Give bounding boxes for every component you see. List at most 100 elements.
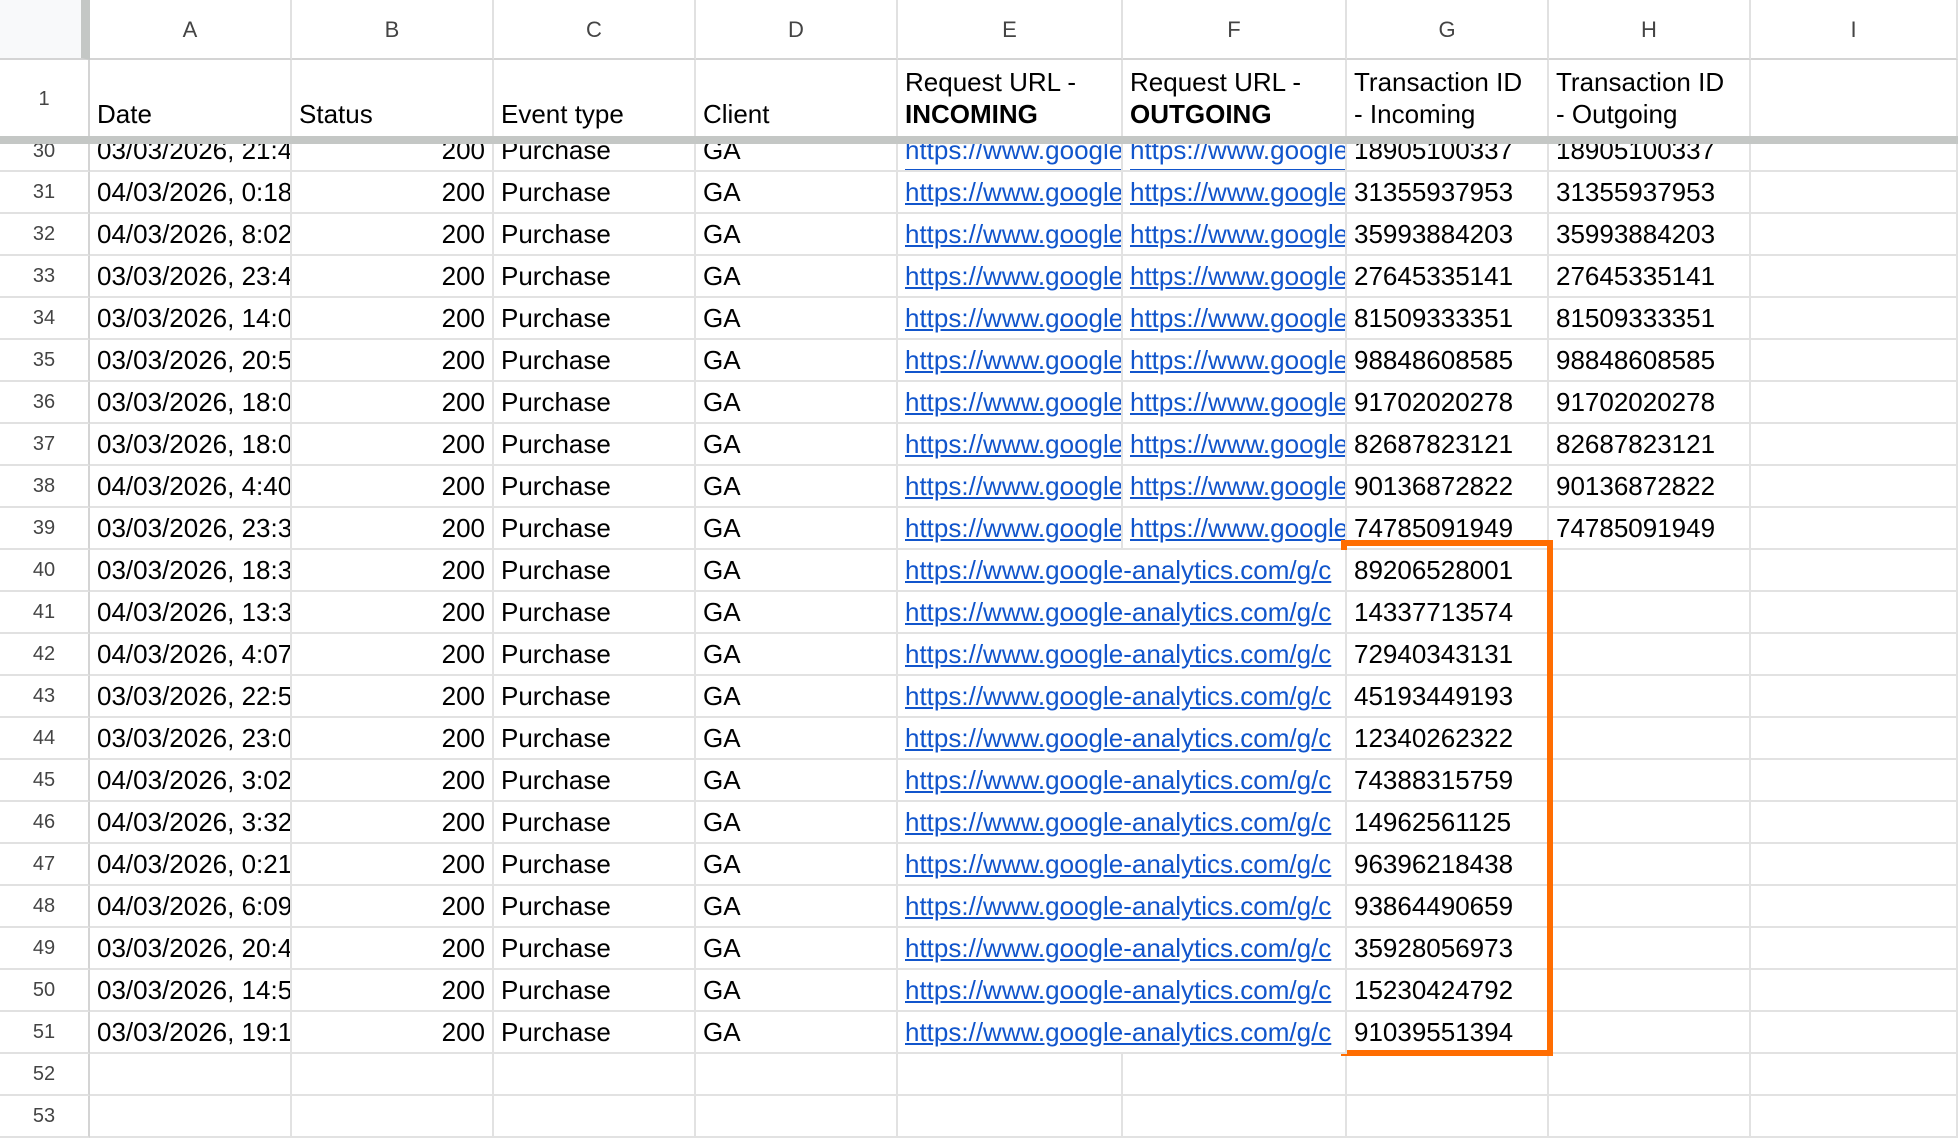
cell-request-url-outgoing[interactable] <box>1123 1096 1347 1138</box>
row-header[interactable]: 51 <box>0 1012 90 1054</box>
cell-event-type[interactable]: Purchase <box>494 1012 696 1054</box>
cell-request-url-incoming[interactable]: https://www.google-analytics.com/g/c <box>898 970 1347 1012</box>
cell-request-url-outgoing[interactable] <box>1123 1054 1347 1096</box>
header-cell-transaction-id-outgoing[interactable]: Transaction ID - Outgoing <box>1549 60 1751 138</box>
cell-empty[interactable] <box>1751 592 1958 634</box>
cell-transaction-id-outgoing[interactable]: 81509333351 <box>1549 298 1751 340</box>
cell-transaction-id-outgoing[interactable]: 90136872822 <box>1549 466 1751 508</box>
cell-request-url-incoming-text[interactable]: https://www.google <box>905 219 1121 249</box>
cell-empty[interactable] <box>1751 802 1958 844</box>
cell-request-url-incoming-text[interactable]: https://www.google-analytics.com/g/c <box>905 891 1331 921</box>
cell-client[interactable]: GA <box>696 802 898 844</box>
cell-date[interactable]: 04/03/2026, 3:02 <box>90 760 292 802</box>
cell-request-url-incoming[interactable]: https://www.google <box>898 340 1123 382</box>
cell-transaction-id-incoming[interactable]: 31355937953 <box>1347 172 1549 214</box>
cell-client[interactable]: GA <box>696 172 898 214</box>
cell-request-url-incoming[interactable]: https://www.google-analytics.com/g/c <box>898 886 1347 928</box>
cell-request-url-outgoing-text[interactable]: https://www.google <box>1130 471 1345 501</box>
cell-request-url-outgoing-text[interactable]: https://www.google <box>1130 177 1345 207</box>
column-header-a[interactable]: A <box>90 0 292 60</box>
cell-status[interactable]: 200 <box>292 340 494 382</box>
cell-status[interactable]: 200 <box>292 970 494 1012</box>
cell-event-type[interactable]: Purchase <box>494 592 696 634</box>
cell-empty[interactable] <box>1751 466 1958 508</box>
cell-request-url-incoming-text[interactable]: https://www.google-analytics.com/g/c <box>905 807 1331 837</box>
cell-status[interactable]: 200 <box>292 256 494 298</box>
cell-empty[interactable] <box>1751 634 1958 676</box>
cell-empty[interactable] <box>1751 340 1958 382</box>
row-header[interactable]: 46 <box>0 802 90 844</box>
row-header[interactable]: 37 <box>0 424 90 466</box>
cell-request-url-outgoing-text[interactable]: https://www.google <box>1130 303 1345 333</box>
cell-client[interactable] <box>696 1054 898 1096</box>
cell-request-url-outgoing[interactable]: https://www.google <box>1123 256 1347 298</box>
cell-empty[interactable] <box>1751 172 1958 214</box>
cell-client[interactable]: GA <box>696 298 898 340</box>
row-header[interactable]: 42 <box>0 634 90 676</box>
row-header[interactable]: 48 <box>0 886 90 928</box>
cell-client[interactable]: GA <box>696 634 898 676</box>
cell-request-url-incoming[interactable]: https://www.google-analytics.com/g/c <box>898 1012 1347 1054</box>
cell-transaction-id-outgoing[interactable] <box>1549 1012 1751 1054</box>
column-header-g[interactable]: G <box>1347 0 1549 60</box>
cell-request-url-incoming-text[interactable]: https://www.google <box>905 345 1121 375</box>
cell-client[interactable]: GA <box>696 1012 898 1054</box>
cell-request-url-incoming[interactable]: https://www.google <box>898 298 1123 340</box>
cell-client[interactable]: GA <box>696 550 898 592</box>
cell-request-url-incoming[interactable]: https://www.google-analytics.com/g/c <box>898 634 1347 676</box>
cell-transaction-id-outgoing[interactable] <box>1549 760 1751 802</box>
cell-status[interactable]: 200 <box>292 508 494 550</box>
cell-event-type[interactable] <box>494 1096 696 1138</box>
cell-date[interactable]: 03/03/2026, 20:4 <box>90 928 292 970</box>
header-cell-empty[interactable] <box>1751 60 1958 138</box>
cell-request-url-outgoing[interactable]: https://www.google <box>1123 508 1347 550</box>
cell-transaction-id-incoming[interactable]: 35928056973 <box>1347 928 1549 970</box>
header-cell-status[interactable]: Status <box>292 60 494 138</box>
cell-client[interactable]: GA <box>696 424 898 466</box>
column-header-h[interactable]: H <box>1549 0 1751 60</box>
cell-event-type[interactable]: Purchase <box>494 298 696 340</box>
cell-client[interactable]: GA <box>696 970 898 1012</box>
cell-transaction-id-incoming[interactable]: 81509333351 <box>1347 298 1549 340</box>
row-header[interactable]: 45 <box>0 760 90 802</box>
cell-status[interactable]: 200 <box>292 466 494 508</box>
cell-transaction-id-incoming[interactable]: 89206528001 <box>1347 550 1549 592</box>
cell-date[interactable]: 03/03/2026, 23:0 <box>90 718 292 760</box>
cell-request-url-incoming-text[interactable]: https://www.google <box>905 177 1121 207</box>
cell-transaction-id-outgoing[interactable] <box>1549 928 1751 970</box>
cell-date[interactable]: 04/03/2026, 6:09 <box>90 886 292 928</box>
row-header[interactable]: 40 <box>0 550 90 592</box>
cell-transaction-id-incoming[interactable]: 91039551394 <box>1347 1012 1549 1054</box>
header-cell-event-type[interactable]: Event type <box>494 60 696 138</box>
cell-status[interactable]: 200 <box>292 844 494 886</box>
cell-transaction-id-outgoing[interactable]: 74785091949 <box>1549 508 1751 550</box>
row-header[interactable]: 39 <box>0 508 90 550</box>
cell-event-type[interactable]: Purchase <box>494 424 696 466</box>
cell-request-url-incoming[interactable]: https://www.google-analytics.com/g/c <box>898 676 1347 718</box>
cell-event-type[interactable]: Purchase <box>494 844 696 886</box>
cell-event-type[interactable]: Purchase <box>494 634 696 676</box>
cell-transaction-id-incoming[interactable]: 72940343131 <box>1347 634 1549 676</box>
row-header[interactable]: 38 <box>0 466 90 508</box>
cell-transaction-id-incoming[interactable]: 14962561125 <box>1347 802 1549 844</box>
cell-date[interactable] <box>90 1096 292 1138</box>
cell-request-url-incoming-text[interactable]: https://www.google-analytics.com/g/c <box>905 975 1331 1005</box>
row-header[interactable]: 50 <box>0 970 90 1012</box>
cell-empty[interactable] <box>1751 928 1958 970</box>
cell-status[interactable]: 200 <box>292 592 494 634</box>
cell-request-url-outgoing-text[interactable]: https://www.google <box>1130 345 1345 375</box>
cell-empty[interactable] <box>1751 550 1958 592</box>
row-header[interactable]: 41 <box>0 592 90 634</box>
cell-transaction-id-incoming[interactable]: 74785091949 <box>1347 508 1549 550</box>
cell-transaction-id-outgoing[interactable] <box>1549 1054 1751 1096</box>
select-all-corner[interactable] <box>0 0 90 60</box>
cell-date[interactable]: 03/03/2026, 20:5 <box>90 340 292 382</box>
cell-request-url-incoming[interactable]: https://www.google <box>898 214 1123 256</box>
cell-date[interactable]: 04/03/2026, 13:3 <box>90 592 292 634</box>
row-header[interactable]: 36 <box>0 382 90 424</box>
cell-request-url-outgoing-text[interactable]: https://www.google <box>1130 261 1345 291</box>
cell-date[interactable]: 03/03/2026, 18:0 <box>90 424 292 466</box>
cell-transaction-id-incoming[interactable]: 35993884203 <box>1347 214 1549 256</box>
cell-event-type[interactable]: Purchase <box>494 382 696 424</box>
cell-request-url-incoming[interactable]: https://www.google-analytics.com/g/c <box>898 760 1347 802</box>
